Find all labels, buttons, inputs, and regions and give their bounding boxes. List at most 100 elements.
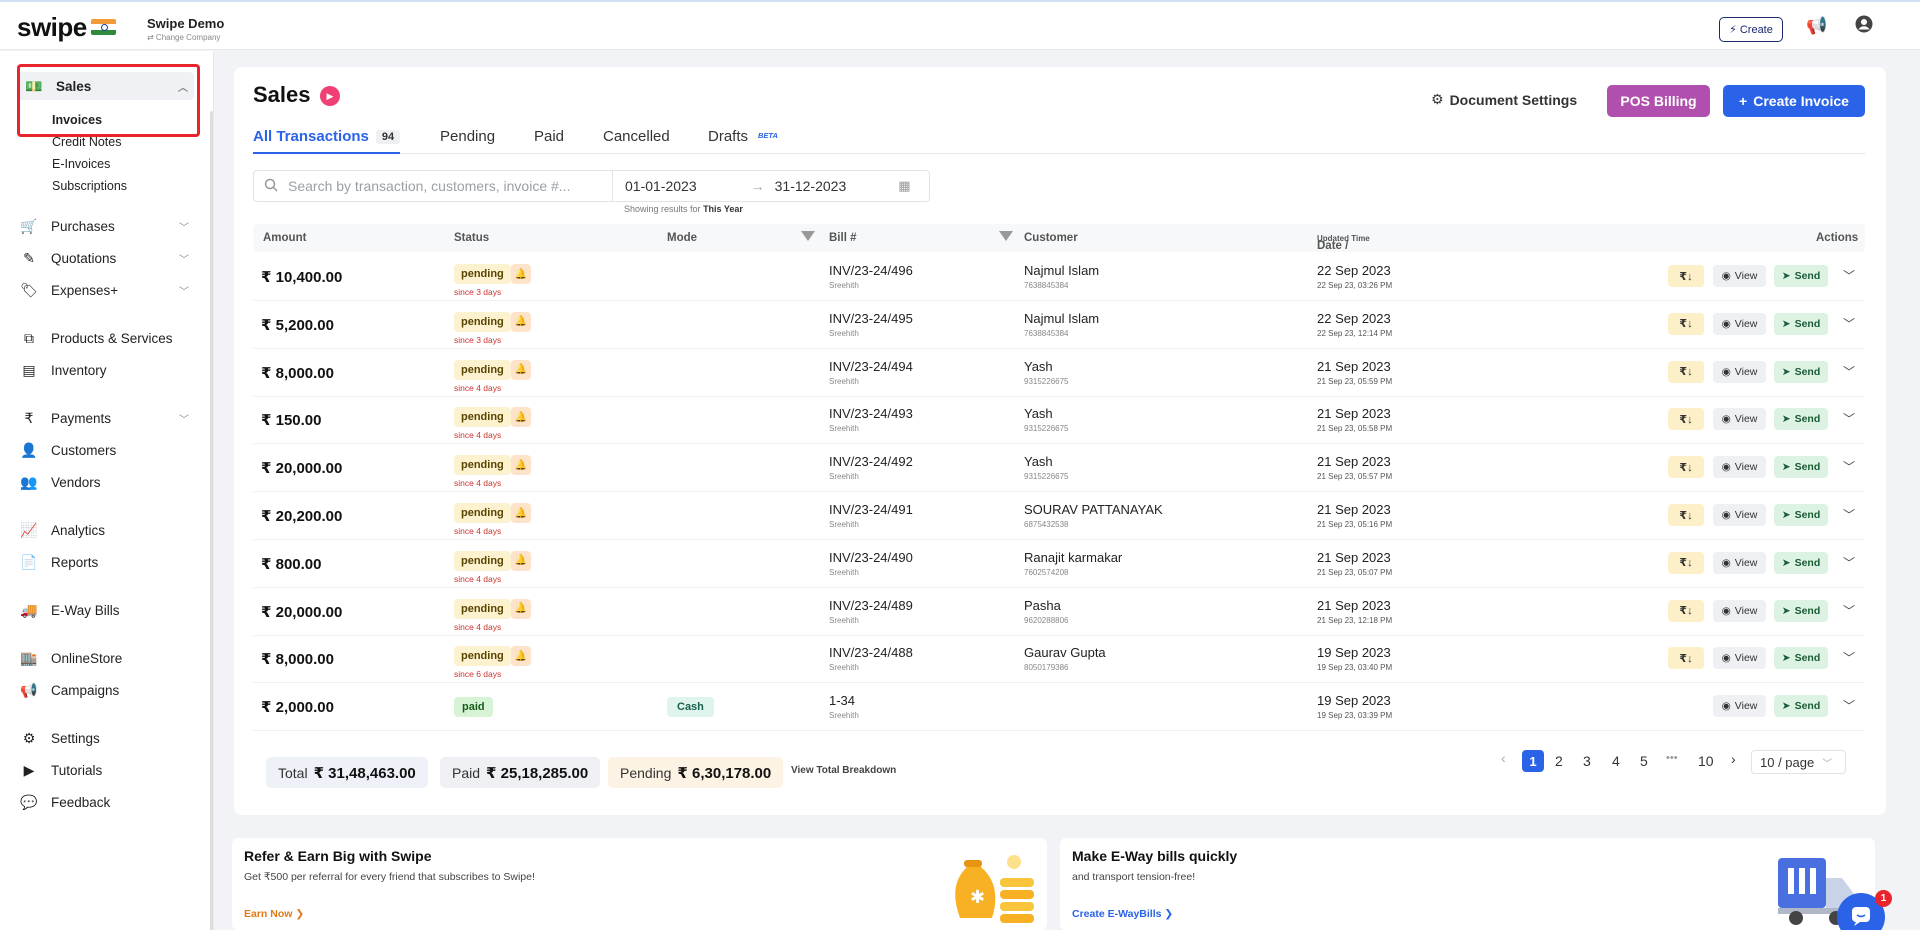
- bell-icon[interactable]: 🔔: [511, 264, 531, 284]
- row-customer[interactable]: Najmul Islam 7638845384: [1024, 311, 1099, 338]
- view-button[interactable]: ◉ View: [1713, 504, 1766, 526]
- search-input[interactable]: [288, 178, 598, 194]
- page-size-select[interactable]: 10 / page ﹀: [1751, 750, 1846, 774]
- bell-icon[interactable]: 🔔: [511, 598, 531, 619]
- view-button[interactable]: ◉ View: [1713, 456, 1766, 479]
- send-button[interactable]: ➤ Send: [1774, 599, 1828, 622]
- sidebar-item-feedback[interactable]: 💬 Feedback: [20, 794, 195, 811]
- record-payment-button[interactable]: ₹↓: [1668, 265, 1704, 287]
- change-company-link[interactable]: ⇄ Change Company: [147, 33, 224, 42]
- sidebar-sub-subscriptions[interactable]: Subscriptions: [52, 179, 127, 193]
- row-bill[interactable]: INV/23-24/491 Sreehith: [829, 502, 913, 529]
- sidebar-item-eway-bills[interactable]: 🚚 E-Way Bills: [20, 602, 195, 619]
- sidebar-item-vendors[interactable]: 👥 Vendors: [20, 474, 195, 491]
- bell-icon[interactable]: 🔔: [511, 359, 531, 380]
- send-button[interactable]: ➤ Send: [1774, 360, 1828, 383]
- sidebar-sub-credit-notes[interactable]: Credit Notes: [52, 135, 121, 149]
- send-button[interactable]: ➤ Send: [1774, 504, 1828, 526]
- row-bill[interactable]: INV/23-24/490 Sreehith: [829, 550, 913, 577]
- record-payment-button[interactable]: ₹↓: [1668, 408, 1704, 431]
- table-row[interactable]: ₹ 2,000.00 paid Cash 1-34 Sreehith 19 Sep 202…: [253, 683, 1865, 732]
- view-button[interactable]: ◉ View: [1713, 312, 1766, 335]
- row-bill[interactable]: INV/23-24/493 Sreehith: [829, 406, 913, 433]
- mode-filter-icon[interactable]: [801, 231, 815, 241]
- company-switcher[interactable]: Swipe Demo ⇄ Change Company: [147, 16, 224, 42]
- record-payment-button[interactable]: ₹↓: [1668, 456, 1704, 479]
- row-customer[interactable]: Yash 9315226675: [1024, 454, 1069, 481]
- chevron-down-icon[interactable]: ﹀: [1843, 458, 1855, 475]
- tab-drafts[interactable]: Drafts BETA: [708, 128, 778, 154]
- table-row[interactable]: ₹ 10,400.00 pending 🔔 since 3 days INV/23-24…: [253, 253, 1865, 301]
- sidebar-item-expenses[interactable]: 🏷 Expenses+ ﹀: [20, 282, 195, 299]
- chevron-down-icon[interactable]: ﹀: [1843, 554, 1855, 571]
- row-customer[interactable]: Najmul Islam 7638845384: [1024, 263, 1099, 290]
- chevron-down-icon[interactable]: ﹀: [1843, 363, 1855, 380]
- sidebar-item-tutorials[interactable]: ▶ Tutorials: [20, 762, 195, 779]
- record-payment-button[interactable]: ₹↓: [1668, 360, 1704, 383]
- row-bill[interactable]: INV/23-24/489 Sreehith: [829, 598, 913, 625]
- top-create-button[interactable]: ⚡ Create: [1719, 17, 1783, 42]
- table-row[interactable]: ₹ 20,000.00 pending 🔔 since 4 days INV/23-24…: [253, 444, 1865, 493]
- row-bill[interactable]: INV/23-24/488 Sreehith: [829, 645, 913, 672]
- megaphone-icon[interactable]: 📢: [1806, 16, 1827, 36]
- record-payment-button[interactable]: ₹↓: [1668, 647, 1704, 670]
- tab-paid[interactable]: Paid: [534, 128, 564, 154]
- sidebar-scrollbar[interactable]: [210, 111, 213, 930]
- table-row[interactable]: ₹ 20,000.00 pending 🔔 since 4 days INV/23-24…: [253, 588, 1865, 636]
- chevron-down-icon[interactable]: ﹀: [1843, 602, 1855, 619]
- view-button[interactable]: ◉ View: [1713, 647, 1766, 670]
- chevron-down-icon[interactable]: ﹀: [1843, 267, 1855, 284]
- pos-billing-button[interactable]: POS Billing: [1607, 85, 1710, 117]
- send-button[interactable]: ➤ Send: [1774, 312, 1828, 335]
- row-bill[interactable]: INV/23-24/496 Sreehith: [829, 263, 913, 290]
- send-button[interactable]: ➤ Send: [1774, 265, 1828, 287]
- bell-icon[interactable]: 🔔: [511, 646, 531, 667]
- record-payment-button[interactable]: ₹↓: [1668, 551, 1704, 574]
- chevron-down-icon[interactable]: ﹀: [1843, 697, 1855, 714]
- row-customer[interactable]: Ranajit karmakar 7602574208: [1024, 550, 1122, 577]
- table-row[interactable]: ₹ 8,000.00 pending 🔔 since 4 days INV/23-24/…: [253, 349, 1865, 397]
- record-payment-button[interactable]: ₹↓: [1668, 504, 1704, 526]
- row-customer[interactable]: SOURAV PATTANAYAK 6875432538: [1024, 502, 1163, 529]
- sidebar-item-inventory[interactable]: ▤ Inventory: [20, 362, 195, 379]
- bell-icon[interactable]: 🔔: [511, 311, 531, 332]
- create-invoice-button[interactable]: + Create Invoice: [1723, 85, 1865, 117]
- row-bill[interactable]: INV/23-24/492 Sreehith: [829, 454, 913, 481]
- play-video-icon[interactable]: ▶: [320, 86, 340, 106]
- chevron-down-icon[interactable]: ﹀: [1843, 315, 1855, 332]
- send-button[interactable]: ➤ Send: [1774, 408, 1828, 431]
- sidebar-item-payments[interactable]: ₹ Payments ﹀: [20, 410, 195, 427]
- row-bill[interactable]: INV/23-24/494 Sreehith: [829, 359, 913, 386]
- table-row[interactable]: ₹ 5,200.00 pending 🔔 since 3 days INV/23-24/…: [253, 301, 1865, 349]
- tab-all-transactions[interactable]: All Transactions 94: [253, 128, 401, 154]
- view-button[interactable]: ◉ View: [1713, 360, 1766, 383]
- create-ewaybills-link[interactable]: Create E-WayBills ❯: [1072, 908, 1173, 920]
- view-button[interactable]: ◉ View: [1713, 695, 1766, 718]
- record-payment-button[interactable]: ₹↓: [1668, 312, 1704, 335]
- chevron-down-icon[interactable]: ﹀: [1843, 410, 1855, 427]
- date-from[interactable]: 01-01-2023: [625, 178, 697, 194]
- earn-now-link[interactable]: Earn Now ❯: [244, 908, 304, 920]
- sidebar-item-reports[interactable]: 📄 Reports: [20, 554, 195, 571]
- bill-filter-icon[interactable]: [999, 231, 1013, 241]
- bell-icon[interactable]: 🔔: [511, 550, 531, 571]
- send-button[interactable]: ➤ Send: [1774, 647, 1828, 670]
- user-avatar-icon[interactable]: [1855, 15, 1873, 38]
- page-ellipsis[interactable]: •••: [1666, 752, 1678, 764]
- sidebar-item-products-services[interactable]: ⧉ Products & Services: [20, 330, 195, 347]
- chevron-down-icon[interactable]: ﹀: [1843, 506, 1855, 523]
- document-settings-button[interactable]: ⚙ Document Settings: [1431, 91, 1577, 108]
- sidebar-item-customers[interactable]: 👤 Customers: [20, 442, 195, 459]
- sidebar-item-onlinestore[interactable]: 🏬 OnlineStore: [20, 650, 195, 667]
- row-bill[interactable]: 1-34 Sreehith: [829, 693, 859, 720]
- view-button[interactable]: ◉ View: [1713, 551, 1766, 574]
- send-button[interactable]: ➤ Send: [1774, 695, 1828, 718]
- send-button[interactable]: ➤ Send: [1774, 551, 1828, 574]
- tab-cancelled[interactable]: Cancelled: [603, 128, 670, 154]
- sidebar-sub-e-invoices[interactable]: E-Invoices: [52, 157, 110, 171]
- row-bill[interactable]: INV/23-24/495 Sreehith: [829, 311, 913, 338]
- view-button[interactable]: ◉ View: [1713, 265, 1766, 287]
- date-range-picker[interactable]: 01-01-2023 → 31-12-2023 ▦: [612, 170, 930, 202]
- chevron-down-icon[interactable]: ﹀: [1843, 649, 1855, 666]
- sidebar-item-analytics[interactable]: 📈 Analytics: [20, 522, 195, 539]
